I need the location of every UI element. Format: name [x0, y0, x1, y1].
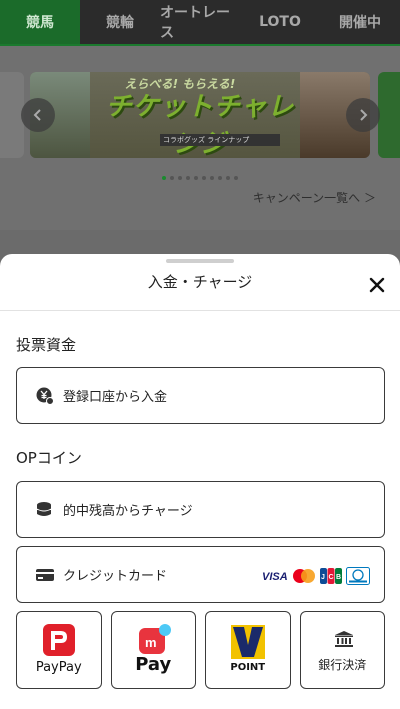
carousel-dot[interactable] — [162, 176, 166, 180]
paypay-logo-icon — [43, 624, 75, 656]
banner-peek-right — [378, 72, 400, 158]
jcb-logo-icon: JCB — [320, 568, 342, 584]
tab-label: 競輪 — [106, 15, 134, 31]
svg-text:B: B — [336, 574, 341, 581]
carousel-dot[interactable] — [194, 176, 198, 180]
close-icon — [369, 277, 385, 293]
yen-coin-icon — [35, 386, 55, 406]
bank-payment-button[interactable]: 銀行決済 — [299, 611, 385, 689]
carousel-dot[interactable] — [202, 176, 206, 180]
tile-label: POINT — [230, 662, 266, 673]
vpoint-button[interactable]: POINT — [205, 611, 291, 689]
card-brands: VISA JCB — [262, 567, 370, 585]
carousel-dots — [0, 176, 400, 180]
deposit-charge-sheet: 入金・チャージ 投票資金 登録口座から入金 OPコイン 的中残高からチャージ ク… — [0, 254, 400, 709]
tile-label: Pay — [135, 654, 172, 675]
carousel-dot[interactable] — [218, 176, 222, 180]
sheet-grabber[interactable] — [166, 259, 234, 263]
svg-text:m: m — [145, 635, 157, 650]
tab-keirin[interactable]: 競輪 — [80, 0, 160, 44]
campaign-list-link[interactable]: キャンペーン一覧へ ＞ — [253, 189, 376, 206]
section-label-op-coin: OPコイン — [16, 449, 82, 467]
chevron-left-icon — [33, 109, 41, 121]
carousel-dot[interactable] — [186, 176, 190, 180]
carousel-dot[interactable] — [234, 176, 238, 180]
merpay-logo-icon: m — [138, 624, 171, 654]
carousel-dot[interactable] — [226, 176, 230, 180]
carousel-dot[interactable] — [210, 176, 214, 180]
tab-now-open[interactable]: 開催中 — [320, 0, 400, 44]
payment-tiles: PayPay m Pay POINT 銀行決済 — [16, 611, 385, 689]
tab-label: オートレース — [160, 5, 230, 41]
visa-logo-icon: VISA — [262, 571, 288, 582]
credit-card-button[interactable]: クレジットカード VISA JCB — [16, 546, 385, 603]
svg-text:VISA: VISA — [262, 571, 288, 582]
paypay-button[interactable]: PayPay — [16, 611, 102, 689]
section-label-betting-funds: 投票資金 — [16, 336, 77, 354]
option-label: 登録口座から入金 — [63, 390, 168, 405]
svg-text:C: C — [329, 574, 334, 581]
tab-label: LOTO — [259, 14, 301, 30]
carousel-prev-button[interactable] — [21, 98, 55, 132]
tab-label: 競馬 — [26, 15, 54, 31]
vpoint-logo-icon — [231, 625, 265, 659]
diners-club-logo-icon — [346, 567, 370, 585]
banner-note: コラボグッズ ラインナップ — [160, 134, 280, 146]
top-navigation: 競馬 競輪 オートレース LOTO 開催中 — [0, 0, 400, 44]
tile-label: 銀行決済 — [318, 658, 367, 672]
bank-icon — [334, 631, 353, 647]
tab-autorace[interactable]: オートレース — [160, 0, 240, 44]
carousel-dot[interactable] — [170, 176, 174, 180]
tile-label: PayPay — [35, 660, 82, 675]
coins-stack-icon — [35, 500, 55, 520]
charge-from-winnings-button[interactable]: 的中残高からチャージ — [16, 481, 385, 538]
option-label: クレジットカード — [63, 569, 168, 584]
carousel-dot[interactable] — [178, 176, 182, 180]
carousel-next-button[interactable] — [346, 98, 380, 132]
credit-card-icon — [35, 565, 55, 585]
mastercard-logo-icon — [293, 569, 315, 583]
merpay-button[interactable]: m Pay — [110, 611, 196, 689]
tab-keiba[interactable]: 競馬 — [0, 0, 80, 44]
sheet-title: 入金・チャージ — [147, 273, 253, 291]
campaign-banner[interactable]: えらべる! もらえる! チケットチャレンジ コラボグッズ ラインナップ — [30, 72, 370, 158]
banner-headline: チケットチャレンジ — [105, 92, 295, 158]
deposit-from-account-button[interactable]: 登録口座から入金 — [16, 367, 385, 424]
page-background: えらべる! もらえる! チケットチャレンジ コラボグッズ ラインナップ キャンペ… — [0, 46, 400, 230]
chevron-right-icon — [360, 109, 368, 121]
close-button[interactable] — [364, 272, 390, 298]
tab-loto[interactable]: LOTO — [240, 0, 320, 44]
tab-label: 開催中 — [339, 15, 381, 31]
sheet-divider — [0, 310, 400, 311]
svg-text:J: J — [321, 574, 325, 581]
option-label: 的中残高からチャージ — [63, 504, 193, 519]
